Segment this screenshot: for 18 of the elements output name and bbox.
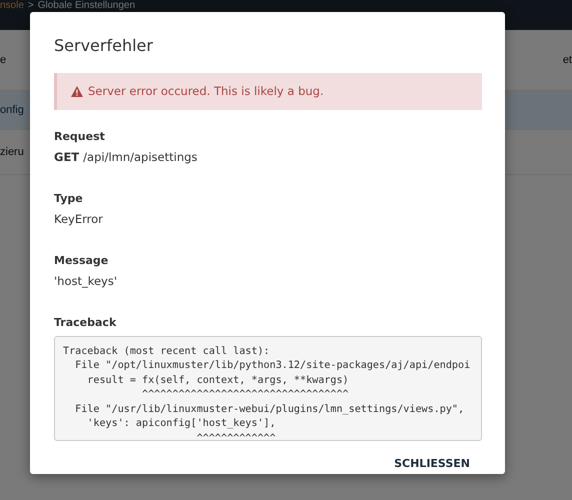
breadcrumb-item: > (28, 0, 34, 11)
alert-message: Server error occured. This is likely a bug. (88, 84, 324, 98)
field-value: GET /api/lmn/apisettings (54, 150, 198, 164)
field-label: Type (54, 192, 84, 205)
column-header: et (562, 54, 572, 66)
field-label: Message (54, 254, 110, 267)
warning-icon (71, 86, 83, 97)
traceback-code: Traceback (most recent call last): File "/opt/linuxmuster/lib/python3.12/site-packages/aj/api/endpoi result = fx(self, context, *args, **kwargs) ^^^^^^^^^^^^^^^^^^^^^^^^^^^^^^^^^^ File "/usr/lib/linuxmuster-webui/plugins/lmn_settings/views.py", 'keys': apiconfig['host_keys'], ^^^^^^^^^^^^^ (54, 336, 482, 441)
breadcrumb-item: Globale Einstellungen (38, 0, 136, 11)
field-value: 'host_keys' (54, 274, 118, 288)
field-label: Request (54, 130, 106, 143)
row-label: onfig (0, 104, 24, 116)
column-header: e (0, 54, 6, 66)
field-value: KeyError (54, 212, 104, 226)
dialog-title: Serverfehler (54, 36, 154, 55)
field-label: Traceback (54, 316, 118, 329)
close-button[interactable]: SCHLIESSEN (390, 453, 474, 474)
row-label: zieru (0, 146, 24, 158)
